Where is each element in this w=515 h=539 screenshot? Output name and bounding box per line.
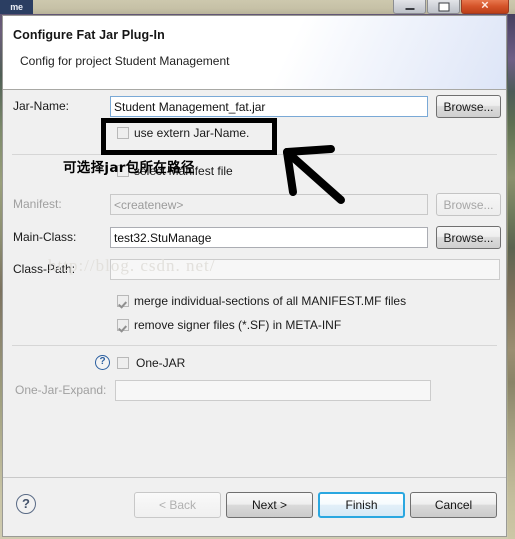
main-class-browse-button[interactable]: Browse... <box>436 226 501 249</box>
annotation-caption: 可选择jar包所在路径 <box>63 160 195 176</box>
window-controls: ✕ <box>393 0 509 14</box>
back-button[interactable]: < Back <box>134 492 221 518</box>
one-jar-row[interactable]: ? One-JAR <box>95 355 185 370</box>
maximize-button[interactable] <box>427 0 460 14</box>
minimize-icon <box>405 7 414 10</box>
remove-signer-files-checkbox[interactable] <box>117 319 129 331</box>
separator-2 <box>12 345 497 346</box>
manifest-input[interactable] <box>110 194 428 215</box>
minimize-button[interactable] <box>393 0 426 14</box>
manifest-label: Manifest: <box>13 197 62 211</box>
screen-root: me ✕ Configure Fat Jar Plug-In Config fo… <box>0 0 515 539</box>
close-button[interactable]: ✕ <box>461 0 509 14</box>
desktop-wallpaper-strip <box>508 0 515 539</box>
wizard-button-bar: < Back Next > Finish Cancel <box>134 492 497 518</box>
merge-individual-sections-label: merge individual-sections of all MANIFES… <box>134 294 407 308</box>
page-title: Configure Fat Jar Plug-In <box>13 28 165 42</box>
use-extern-jar-name-row[interactable]: use extern Jar-Name. <box>117 126 249 140</box>
remove-signer-files-label: remove signer files (*.SF) in META-INF <box>134 318 342 332</box>
jar-name-input[interactable] <box>110 96 428 117</box>
main-class-label: Main-Class: <box>13 230 77 244</box>
next-button[interactable]: Next > <box>226 492 313 518</box>
one-jar-help-icon[interactable]: ? <box>95 355 110 370</box>
one-jar-checkbox[interactable] <box>117 356 129 369</box>
class-path-input[interactable] <box>110 259 500 280</box>
finish-button[interactable]: Finish <box>318 492 405 518</box>
separator-1 <box>12 154 497 155</box>
one-jar-expand-label: One-Jar-Expand: <box>15 383 107 397</box>
one-jar-label: One-JAR <box>136 355 186 370</box>
merge-individual-sections-row[interactable]: merge individual-sections of all MANIFES… <box>117 294 406 308</box>
manifest-browse-button[interactable]: Browse... <box>436 193 501 216</box>
footer-help-icon[interactable]: ? <box>16 494 36 514</box>
editor-tab-stub[interactable]: me <box>0 0 33 14</box>
dialog-header: Configure Fat Jar Plug-In Config for pro… <box>3 16 506 90</box>
dialog-footer: ? < Back Next > Finish Cancel <box>3 477 506 536</box>
one-jar-expand-input[interactable] <box>115 380 431 401</box>
use-extern-jar-name-checkbox[interactable] <box>117 127 129 139</box>
jar-name-label: Jar-Name: <box>13 99 70 113</box>
main-class-input[interactable] <box>110 227 428 248</box>
maximize-icon <box>438 2 449 11</box>
cancel-button[interactable]: Cancel <box>410 492 497 518</box>
page-subtitle: Config for project Student Management <box>20 54 230 68</box>
close-icon: ✕ <box>480 0 490 11</box>
remove-signer-files-row[interactable]: remove signer files (*.SF) in META-INF <box>117 318 341 332</box>
jar-name-browse-button[interactable]: Browse... <box>436 95 501 118</box>
configure-fat-jar-dialog: Configure Fat Jar Plug-In Config for pro… <box>2 15 507 537</box>
dialog-body: Jar-Name: Browse... use extern Jar-Name.… <box>3 90 506 477</box>
class-path-label: Class-Path: <box>13 262 76 276</box>
use-extern-jar-name-label: use extern Jar-Name. <box>134 126 250 140</box>
merge-individual-sections-checkbox[interactable] <box>117 295 129 307</box>
